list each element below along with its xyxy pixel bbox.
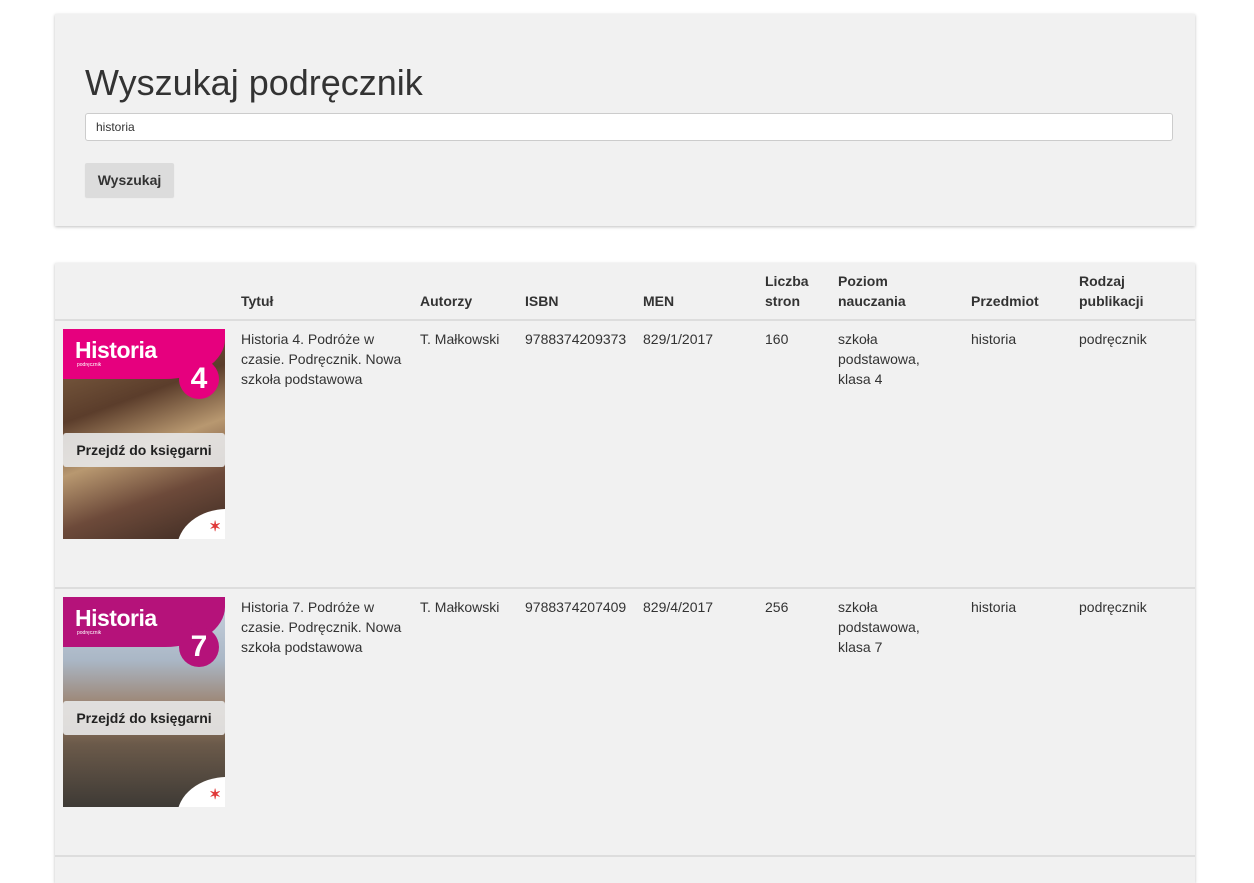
go-to-bookstore-button[interactable]: Przejdź do księgarni (63, 701, 225, 735)
results-table: Tytuł Autorzy ISBN MEN Liczba stron Pozi… (55, 263, 1195, 883)
header-level: Poziom nauczania (838, 273, 906, 309)
cell-isbn: 9788374207409 (525, 599, 627, 615)
cell-title: Historia 4. Podróże w czasie. Podręcznik… (241, 331, 402, 387)
search-button[interactable]: Wyszukaj (85, 163, 174, 197)
cover-number: 7 (179, 627, 219, 667)
cell-type: podręcznik (1079, 331, 1147, 347)
cell-pages: 256 (765, 599, 789, 615)
header-pages: Liczba stron (765, 273, 809, 309)
cover-title: Historia (75, 337, 157, 363)
cell-subject: historia (971, 599, 1017, 615)
cell-subject: historia (971, 331, 1017, 347)
header-men: MEN (643, 293, 675, 309)
cell-level: szkoła podstawowa, klasa 7 (838, 599, 920, 655)
row-divider (55, 855, 1195, 857)
go-to-bookstore-button[interactable]: Przejdź do księgarni (63, 433, 225, 467)
header-authors: Autorzy (420, 293, 473, 309)
cell-authors: T. Małkowski (420, 599, 500, 615)
header-subject: Przedmiot (971, 293, 1039, 309)
cell-men: 829/1/2017 (643, 331, 714, 347)
cover-subtitle: podręcznik (77, 630, 102, 636)
header-type: Rodzaj publikacji (1079, 273, 1144, 309)
search-panel: Wyszukaj podręcznik Wyszukaj (55, 14, 1195, 226)
search-input[interactable] (85, 113, 1173, 141)
book-cover[interactable]: Historia podręcznik 4 ✶ Przejdź do księg… (63, 329, 225, 539)
cell-pages: 160 (765, 331, 789, 347)
cell-level: szkoła podstawowa, klasa 4 (838, 331, 920, 387)
header-divider (55, 319, 1195, 321)
cover-subtitle: podręcznik (77, 362, 102, 368)
row-divider (55, 587, 1195, 589)
header-title: Tytuł (241, 293, 274, 309)
publisher-logo-icon: ✶ (209, 786, 221, 802)
cell-title: Historia 7. Podróże w czasie. Podręcznik… (241, 599, 402, 655)
cover-number: 4 (179, 359, 219, 399)
cell-type: podręcznik (1079, 599, 1147, 615)
header-isbn: ISBN (525, 293, 559, 309)
page-title: Wyszukaj podręcznik (85, 62, 423, 103)
publisher-logo-icon: ✶ (209, 518, 221, 534)
cell-men: 829/4/2017 (643, 599, 714, 615)
cover-title: Historia (75, 605, 157, 631)
cell-isbn: 9788374209373 (525, 331, 627, 347)
cell-authors: T. Małkowski (420, 331, 500, 347)
book-cover[interactable]: Historia podręcznik 7 ✶ Przejdź do księg… (63, 597, 225, 807)
